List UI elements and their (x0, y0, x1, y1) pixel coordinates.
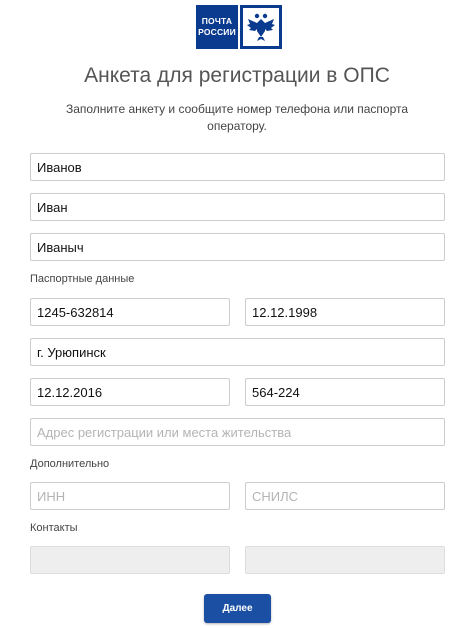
logo-wordmark: ПОЧТА РОССИИ (196, 5, 238, 49)
pochta-rossii-logo: ПОЧТА РОССИИ (196, 5, 282, 49)
inn-input[interactable] (30, 482, 230, 510)
birth-place-input[interactable] (30, 338, 445, 366)
contacts-section-label: Контакты (30, 522, 78, 534)
page-subtitle: Заполните анкету и сообщите номер телефо… (65, 102, 409, 133)
passport-number-input[interactable] (30, 298, 230, 326)
eagle-emblem-icon (240, 5, 282, 49)
snils-input[interactable] (245, 482, 445, 510)
first-name-input[interactable] (30, 193, 445, 221)
logo-line-1: ПОЧТА (201, 16, 233, 26)
address-input[interactable] (30, 418, 445, 446)
patronymic-input[interactable] (30, 233, 445, 261)
next-button[interactable]: Далее (204, 594, 271, 623)
passport-section-label: Паспортные данные (30, 273, 135, 285)
issue-date-input[interactable] (30, 378, 230, 406)
page-title: Анкета для регистрации в ОПС (84, 64, 390, 87)
logo-line-2: РОССИИ (198, 27, 236, 37)
additional-section-label: Дополнительно (30, 458, 110, 470)
last-name-input[interactable] (30, 153, 445, 181)
division-code-input[interactable] (245, 378, 445, 406)
birth-date-input[interactable] (245, 298, 445, 326)
email-input[interactable] (245, 546, 445, 574)
phone-input[interactable] (30, 546, 230, 574)
